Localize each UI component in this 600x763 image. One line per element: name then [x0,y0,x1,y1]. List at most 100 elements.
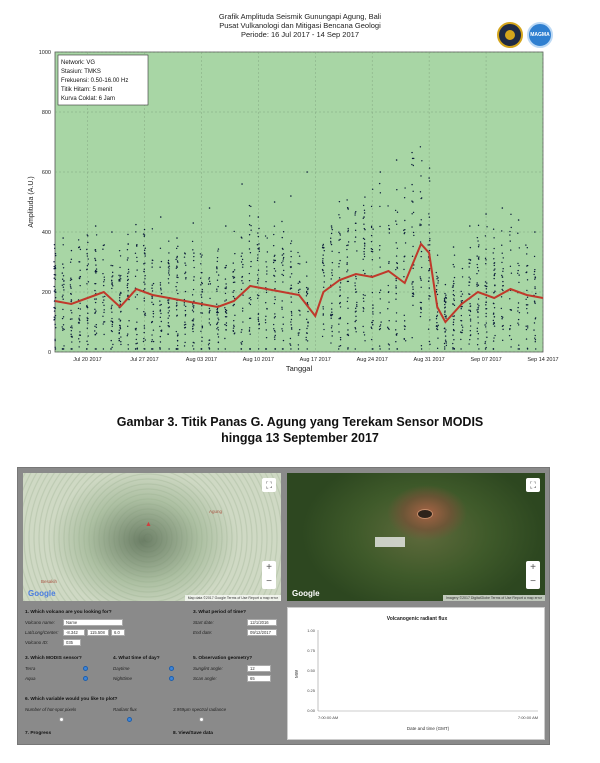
amplitude-dot [347,280,350,283]
amplitude-dot [118,340,120,342]
terrain-map[interactable]: ▲ Agung Besakih ⛶ + − Google Map data ©2… [23,473,281,601]
flux-ylabel: MW [294,669,299,678]
zoom-in-icon[interactable]: + [526,561,540,575]
amplitude-dot [249,252,252,254]
amplitude-dot [249,333,251,335]
amplitude-dot [53,310,56,312]
amplitude-dot [378,249,381,251]
amplitude-dot [264,321,267,324]
amplitude-dot [200,256,202,258]
amplitude-dot [526,265,528,267]
amplitude-dot [355,222,357,224]
amplitude-dot [209,283,212,285]
progress-heading: 7. Progress [25,731,52,736]
amplitude-dot [265,261,267,263]
amplitude-dot [468,262,470,264]
amplitude-dot [54,289,56,291]
amplitude-dot [354,291,357,293]
amplitude-dot [151,321,153,324]
amplitude-dot [127,272,129,275]
amplitude-dot [468,281,471,283]
start-date-input[interactable]: 12/1/2016 [247,619,277,626]
amplitude-dot [404,340,407,342]
amplitude-dot [290,296,292,298]
volcano-id-input[interactable]: 035 [63,639,81,646]
end-date-input[interactable]: 09/12/2017 [247,629,277,636]
amplitude-dot [136,256,138,259]
map-attribution[interactable]: Imagery ©2017 DigitalGlobe Terms of Use … [442,595,545,601]
zoom-out-icon[interactable]: − [526,575,540,589]
amplitude-dot [242,263,244,266]
amplitude-dot [371,251,374,253]
geometry-heading: 5. Observation geometry? [193,656,253,661]
amplitude-dot [354,288,357,290]
terra-checkbox[interactable] [83,666,88,671]
amplitude-dot [143,235,145,238]
amplitude-dot [477,308,479,310]
amplitude-dot [103,299,105,301]
amplitude-dot [248,302,251,304]
amplitude-dot [184,313,187,316]
zoom-out-icon[interactable]: − [262,575,276,589]
amplitude-dot [232,330,234,332]
var-flux-radio[interactable] [127,717,132,722]
fullscreen-icon[interactable]: ⛶ [526,478,540,492]
amplitude-dot [183,256,186,258]
amplitude-dot [363,250,365,253]
map-attribution[interactable]: Map data ©2017 Google Terms of Use Repor… [184,595,281,601]
amplitude-dot [54,346,56,349]
lon-input[interactable]: 115.508 [87,629,109,636]
amplitude-dot [323,281,325,283]
volcano-marker-icon[interactable]: ▲ [145,521,152,528]
amplitude-dot [192,311,195,313]
amplitude-dot [257,269,260,271]
amplitude-dot [151,266,153,268]
view-save-heading[interactable]: 8. View/Save data [173,731,213,736]
amplitude-dot [135,231,137,233]
amplitude-dot [192,330,194,333]
amplitude-dot [69,318,72,320]
amplitude-dot [111,321,114,324]
amplitude-dot [339,344,342,347]
amplitude-dot [469,330,472,332]
amplitude-dot [484,235,487,237]
amplitude-dot [297,289,300,291]
fullscreen-icon[interactable]: ⛶ [262,478,276,492]
var-radiance-radio[interactable] [199,717,204,722]
amplitude-dot [330,317,332,319]
amplitude-dot [525,244,527,246]
var-hotspot-radio[interactable] [59,717,64,722]
zoom-control[interactable]: + − [262,561,276,589]
amplitude-dot [151,228,154,230]
amplitude-dot [176,255,178,258]
amplitude-dot [257,232,259,234]
amplitude-dot [71,325,73,327]
amplitude-dot [427,244,429,246]
satellite-map[interactable]: ⛶ + − Google Imagery ©2017 DigitalGlobe … [287,473,545,601]
y-tick-label-3: 600 [42,170,51,176]
amplitude-dot [118,337,120,340]
amplitude-dot [86,340,88,343]
info-network: Network: VG [61,60,95,66]
amplitude-dot [421,160,423,162]
nighttime-checkbox[interactable] [169,676,174,681]
amplitude-dot [355,275,357,278]
scan-angle-input[interactable]: 65 [247,675,271,682]
amplitude-dot [94,308,96,311]
center-input[interactable]: 6.0 [111,629,125,636]
amplitude-dot [420,279,422,281]
volcano-name-input[interactable]: Name [63,619,123,626]
daytime-checkbox[interactable] [169,666,174,671]
lat-input[interactable]: -8.342 [63,629,85,636]
amplitude-dot [111,317,113,320]
zoom-control[interactable]: + − [526,561,540,589]
amplitude-dot [299,281,301,283]
sunglint-input[interactable]: 12 [247,665,271,672]
amplitude-dot [86,283,88,285]
zoom-in-icon[interactable]: + [262,561,276,575]
amplitude-dot [419,191,422,193]
amplitude-dot [460,290,462,293]
amplitude-dot [379,192,382,194]
aqua-checkbox[interactable] [83,676,88,681]
amplitude-dot [305,286,308,289]
